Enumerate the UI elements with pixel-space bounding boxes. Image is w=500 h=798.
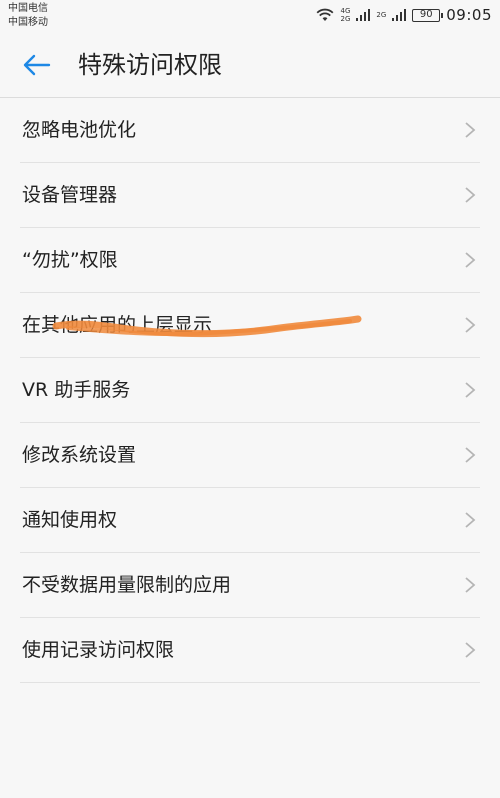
network-type-1-top: 4G	[340, 7, 351, 15]
wifi-icon	[317, 8, 334, 21]
list-item-ignore-battery-optimization[interactable]: 忽略电池优化	[20, 98, 480, 163]
chevron-right-icon	[465, 577, 476, 593]
list-item-do-not-disturb-access[interactable]: “勿扰”权限	[20, 228, 480, 293]
list-item-label: 设备管理器	[22, 184, 118, 206]
app-bar: 特殊访问权限	[0, 32, 500, 98]
chevron-right-icon	[465, 317, 476, 333]
list-item-label: 通知使用权	[22, 509, 118, 531]
list-item-label: VR 助手服务	[22, 379, 131, 401]
signal-icon-1	[356, 9, 371, 21]
chevron-right-icon	[465, 252, 476, 268]
arrow-left-icon	[23, 54, 51, 76]
list-item-device-admin[interactable]: 设备管理器	[20, 163, 480, 228]
network-type-2-top: 2G	[376, 11, 387, 19]
network-type-1-bottom: 2G	[340, 15, 351, 23]
battery-icon: 90	[412, 8, 444, 22]
chevron-right-icon	[465, 447, 476, 463]
chevron-right-icon	[465, 382, 476, 398]
list-item-label: 不受数据用量限制的应用	[22, 574, 232, 596]
list-item-notification-access[interactable]: 通知使用权	[20, 488, 480, 553]
page-title: 特殊访问权限	[78, 51, 222, 79]
chevron-right-icon	[465, 512, 476, 528]
list-item-usage-access[interactable]: 使用记录访问权限	[20, 618, 480, 683]
list-item-label: 忽略电池优化	[22, 119, 137, 141]
list-item-vr-helper-services[interactable]: VR 助手服务	[20, 358, 480, 423]
network-type-2: 2G	[376, 11, 386, 19]
list-item-label: 使用记录访问权限	[22, 639, 175, 661]
list-item-unrestricted-data[interactable]: 不受数据用量限制的应用	[20, 553, 480, 618]
clock: 09:05	[446, 6, 492, 24]
list-item-display-over-other-apps[interactable]: 在其他应用的上层显示	[20, 293, 480, 358]
status-bar: 中国电信 中国移动 4G 2G 2G 90 09:05	[0, 0, 500, 32]
list-item-label: 修改系统设置	[22, 444, 137, 466]
carrier-name-2: 中国移动	[8, 17, 48, 28]
list-item-modify-system-settings[interactable]: 修改系统设置	[20, 423, 480, 488]
list-item-label: 在其他应用的上层显示	[22, 314, 213, 336]
settings-list: 忽略电池优化 设备管理器 “勿扰”权限 在其他应用的上层显示 VR 助手服务 修…	[0, 98, 500, 683]
chevron-right-icon	[465, 122, 476, 138]
network-type-1: 4G 2G	[340, 7, 350, 23]
chevron-right-icon	[465, 187, 476, 203]
carrier-name-1: 中国电信	[8, 3, 48, 14]
back-button[interactable]	[20, 48, 54, 82]
chevron-right-icon	[465, 642, 476, 658]
list-item-label: “勿扰”权限	[22, 249, 118, 271]
status-icons: 4G 2G 2G 90 09:05	[316, 4, 492, 26]
signal-icon-2	[392, 9, 407, 21]
